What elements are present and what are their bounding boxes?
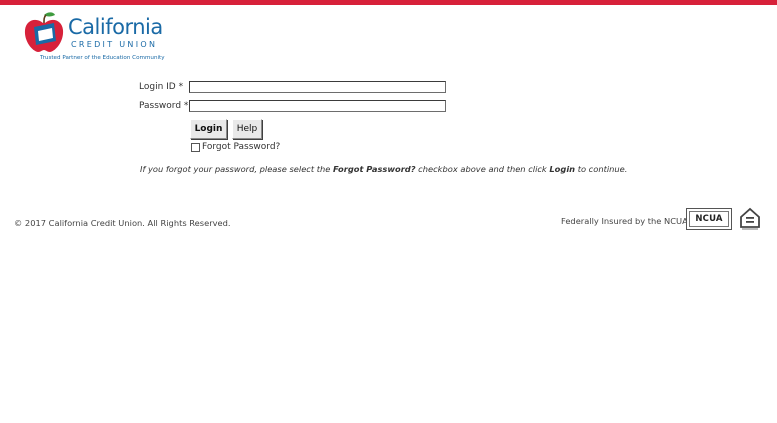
copyright-text: © 2017 California Credit Union. All Righ… <box>14 218 231 228</box>
apple-logo-icon <box>24 12 64 52</box>
login-button[interactable]: Login <box>190 119 227 139</box>
ncua-badge-frame: NCUA <box>689 211 729 227</box>
login-id-label: Login ID * <box>139 82 184 92</box>
password-label: Password * <box>139 101 189 111</box>
note-text-part1: If you forgot your password, please sele… <box>140 164 333 174</box>
top-accent-bar <box>0 0 777 5</box>
logo-wordmark: California <box>68 15 163 39</box>
equal-housing-lender-icon[interactable] <box>739 206 761 230</box>
logo-tagline: Trusted Partner of the Education Communi… <box>40 55 165 61</box>
forgot-password-label[interactable]: Forgot Password? <box>202 141 280 153</box>
forgot-password-checkbox[interactable] <box>191 143 200 152</box>
note-text-part2: checkbox above and then click <box>415 164 550 174</box>
ncua-badge-label: NCUA <box>695 214 723 224</box>
password-input[interactable] <box>189 100 446 112</box>
note-text-part3: to continue. <box>575 164 628 174</box>
logo-subtitle: CREDIT UNION <box>71 40 158 49</box>
ncua-badge-icon[interactable]: NCUA <box>686 208 732 230</box>
federally-insured-text: Federally Insured by the NCUA <box>561 216 688 226</box>
california-credit-union-logo[interactable]: California CREDIT UNION Trusted Partner … <box>22 11 172 65</box>
note-forgot-password-emphasis: Forgot Password? <box>333 164 416 174</box>
note-login-emphasis: Login <box>549 164 576 174</box>
help-button[interactable]: Help <box>232 119 262 139</box>
login-id-input[interactable] <box>189 81 446 93</box>
forgot-password-instructions: If you forgot your password, please sele… <box>140 163 627 175</box>
